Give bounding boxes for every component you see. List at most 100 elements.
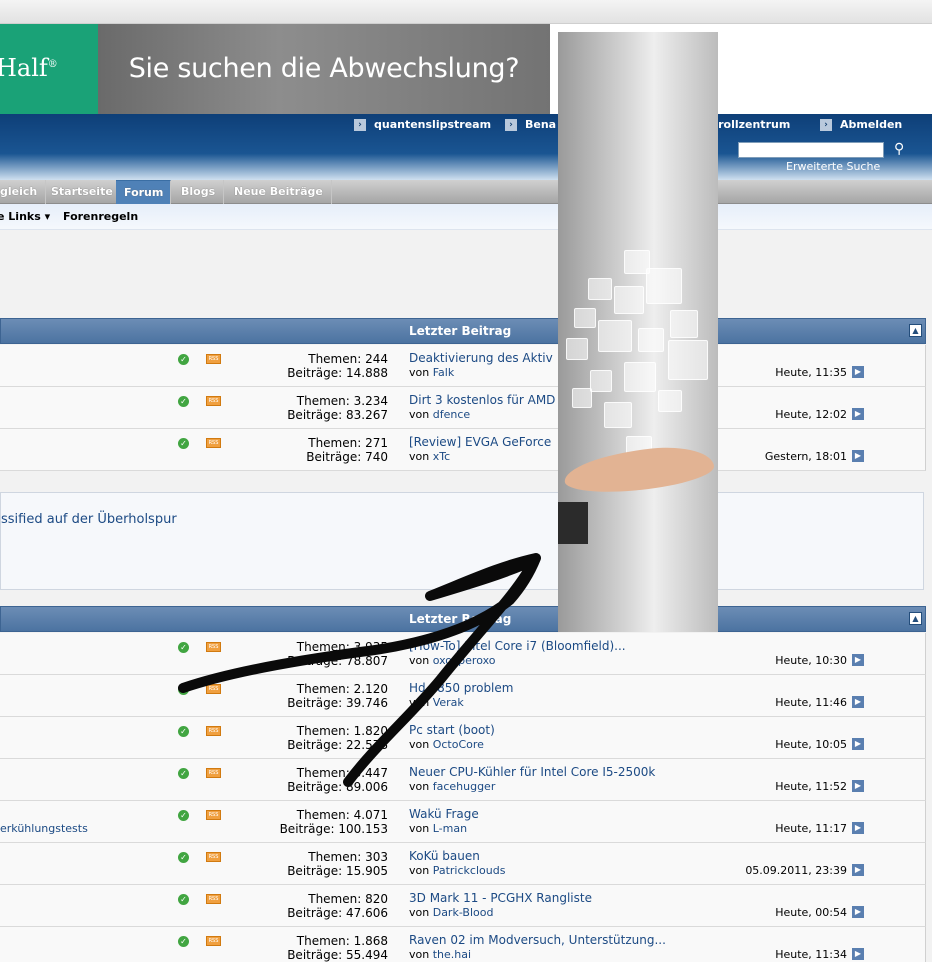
author-link[interactable]: Verak	[433, 696, 464, 709]
forum-row[interactable]: ✓ RSS Themen: 3.447 Beiträge: 89.006 Neue…	[0, 759, 926, 801]
tab-vergleich[interactable]: gleich	[0, 180, 47, 204]
goto-last-post-icon[interactable]: ▶	[852, 450, 864, 462]
rss-icon[interactable]: RSS	[206, 642, 221, 652]
author-link[interactable]: the.hai	[433, 948, 471, 961]
tab-blogs[interactable]: Blogs	[173, 180, 225, 204]
posts-count: Beiträge: 78.807	[287, 654, 388, 668]
forum-stats: Themen: 303 Beiträge: 15.905	[287, 850, 388, 878]
ad-tile	[658, 390, 682, 412]
author-link[interactable]: Patrickclouds	[433, 864, 506, 877]
collapse-icon[interactable]: ▲	[909, 324, 922, 337]
ad-tile	[572, 388, 592, 408]
ad-tile	[670, 310, 698, 338]
forum-row[interactable]: ✓ RSS Themen: 303 Beiträge: 15.905 KoKü b…	[0, 843, 926, 885]
user-link-logout[interactable]: › Abmelden	[820, 118, 902, 132]
last-post-title[interactable]: Dirt 3 kostenlos für AMD	[409, 393, 555, 407]
forum-row[interactable]: ✓ RSS Themen: 3.234 Beiträge: 83.267 Dirt…	[0, 387, 926, 429]
author-link[interactable]: Dark-Blood	[433, 906, 494, 919]
checkmark-icon: ✓	[178, 852, 189, 863]
advanced-search-link[interactable]: Erweiterte Suche	[786, 160, 880, 173]
last-post-time: Gestern, 18:01	[764, 450, 847, 463]
forum-row[interactable]: ✓ RSS Themen: 271 Beiträge: 740 [Review] …	[0, 429, 926, 471]
goto-last-post-icon[interactable]: ▶	[852, 738, 864, 750]
rss-icon[interactable]: RSS	[206, 852, 221, 862]
rss-icon[interactable]: RSS	[206, 438, 221, 448]
rss-icon[interactable]: RSS	[206, 354, 221, 364]
forum-stats: Themen: 3.447 Beiträge: 89.006	[287, 766, 388, 794]
last-post-title[interactable]: Wakü Frage	[409, 807, 479, 821]
author-link[interactable]: facehugger	[433, 780, 496, 793]
author-link[interactable]: Falk	[433, 366, 454, 379]
forum-row[interactable]: ✓ RSS Themen: 244 Beiträge: 14.888 Deakti…	[0, 345, 926, 387]
last-post-title[interactable]: Raven 02 im Modversuch, Unterstützung...	[409, 933, 666, 947]
subnav-label: e Links	[0, 210, 41, 223]
banner-ad[interactable]: Sie suchen die Abwechslung?	[98, 24, 550, 114]
rss-icon[interactable]: RSS	[206, 768, 221, 778]
user-link-bena[interactable]: › Bena	[505, 118, 556, 132]
goto-last-post-icon[interactable]: ▶	[852, 654, 864, 666]
banner-logo[interactable]: Half®	[0, 24, 98, 114]
rss-icon[interactable]: RSS	[206, 396, 221, 406]
last-post-author: von Patrickclouds	[409, 864, 505, 877]
subnav-links-dropdown[interactable]: e Links ▾	[0, 210, 50, 223]
last-post-title[interactable]: [Review] EVGA GeForce	[409, 435, 551, 449]
by-label: von	[409, 864, 430, 877]
author-link[interactable]: oxoxperoxo	[433, 654, 496, 667]
forum-row[interactable]: erkühlungstests ✓ RSS Themen: 4.071 Beitr…	[0, 801, 926, 843]
last-post-time: Heute, 11:17	[775, 822, 847, 835]
rss-icon[interactable]: RSS	[206, 726, 221, 736]
subnav-forenregeln[interactable]: Forenregeln	[63, 210, 138, 223]
forum-row[interactable]: ✓ RSS Themen: 1.868 Beiträge: 55.494 Rave…	[0, 927, 926, 962]
author-link[interactable]: OctoCore	[433, 738, 484, 751]
last-post-title[interactable]: [How-To] Intel Core i7 (Bloomfield)...	[409, 639, 626, 653]
author-link[interactable]: dfence	[433, 408, 470, 421]
goto-last-post-icon[interactable]: ▶	[852, 366, 864, 378]
goto-last-post-icon[interactable]: ▶	[852, 696, 864, 708]
tab-startseite[interactable]: Startseite	[43, 180, 122, 204]
skyscraper-ad[interactable]	[558, 32, 718, 632]
threads-count: Themen: 3.447	[296, 766, 388, 780]
rss-icon[interactable]: RSS	[206, 894, 221, 904]
goto-last-post-icon[interactable]: ▶	[852, 780, 864, 792]
last-post-time: Heute, 10:05	[775, 738, 847, 751]
threads-count: Themen: 3.234	[296, 394, 388, 408]
arrow-right-icon: ›	[820, 119, 832, 131]
goto-last-post-icon[interactable]: ▶	[852, 906, 864, 918]
rss-icon[interactable]: RSS	[206, 810, 221, 820]
forum-row[interactable]: ✓ RSS Themen: 3.935 Beiträge: 78.807 [How…	[0, 633, 926, 675]
forum-row[interactable]: ✓ RSS Themen: 820 Beiträge: 47.606 3D Mar…	[0, 885, 926, 927]
forum-subforum-link[interactable]: erkühlungstests	[0, 822, 88, 835]
category-header: Letzter Beitrag ▲	[0, 318, 926, 344]
last-post-time: Heute, 10:30	[775, 654, 847, 667]
info-box-link[interactable]: ssified auf der Überholspur	[1, 512, 177, 527]
author-link[interactable]: L-man	[433, 822, 467, 835]
last-post-title[interactable]: Deaktivierung des Aktiv	[409, 351, 553, 365]
last-post-title[interactable]: 3D Mark 11 - PCGHX Rangliste	[409, 891, 592, 905]
forum-stats: Themen: 1.868 Beiträge: 55.494	[287, 934, 388, 962]
last-post-author: von OctoCore	[409, 738, 484, 751]
tab-neue-beitraege[interactable]: Neue Beiträge	[226, 180, 332, 204]
author-link[interactable]: xTc	[433, 450, 450, 463]
forum-row[interactable]: ✓ RSS Themen: 2.120 Beiträge: 39.746 Hd 6…	[0, 675, 926, 717]
rss-icon[interactable]: RSS	[206, 936, 221, 946]
rss-icon[interactable]: RSS	[206, 684, 221, 694]
tab-forum[interactable]: Forum	[116, 180, 171, 204]
last-post-title[interactable]: Pc start (boot)	[409, 723, 495, 737]
forum-stats: Themen: 244 Beiträge: 14.888	[287, 352, 388, 380]
goto-last-post-icon[interactable]: ▶	[852, 408, 864, 420]
last-post-title[interactable]: Hd 6850 problem	[409, 681, 513, 695]
goto-last-post-icon[interactable]: ▶	[852, 948, 864, 960]
user-link-profile[interactable]: › quantenslipstream	[354, 118, 491, 132]
goto-last-post-icon[interactable]: ▶	[852, 822, 864, 834]
by-label: von	[409, 780, 430, 793]
collapse-icon[interactable]: ▲	[909, 612, 922, 625]
search-input[interactable]	[738, 142, 884, 158]
logo-text: Half	[0, 54, 48, 82]
forum-row[interactable]: ✓ RSS Themen: 1.820 Beiträge: 22.578 Pc s…	[0, 717, 926, 759]
last-post-title[interactable]: KoKü bauen	[409, 849, 480, 863]
last-post-title[interactable]: Neuer CPU-Kühler für Intel Core I5-2500k	[409, 765, 655, 779]
by-label: von	[409, 822, 430, 835]
goto-last-post-icon[interactable]: ▶	[852, 864, 864, 876]
posts-count: Beiträge: 39.746	[287, 696, 388, 710]
search-icon[interactable]: ⚲	[894, 141, 910, 159]
